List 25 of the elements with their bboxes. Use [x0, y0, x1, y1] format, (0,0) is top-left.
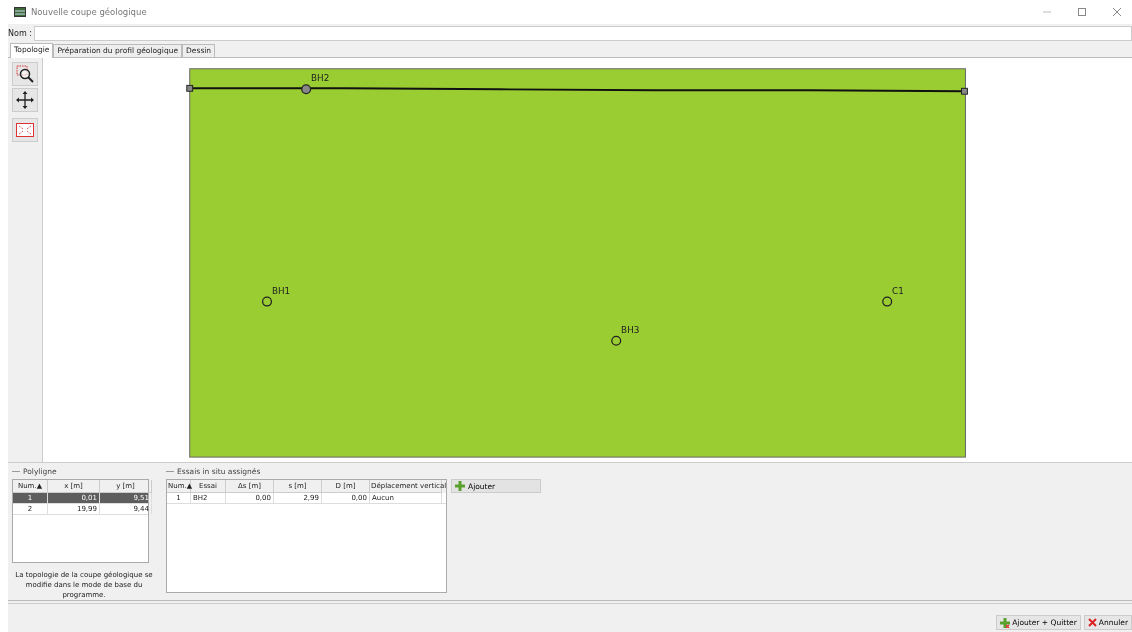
close-icon: [1087, 618, 1097, 627]
borehole-label: C1: [892, 285, 904, 296]
borehole-label: BH1: [271, 285, 291, 296]
borehole-marker[interactable]: [301, 84, 312, 95]
name-field[interactable]: [33, 25, 1132, 41]
name-label: Nom :: [8, 28, 32, 38]
polyline-node[interactable]: [961, 87, 968, 95]
plus-icon: [455, 481, 465, 491]
plus-icon: [1000, 617, 1011, 628]
fit-view-button[interactable]: [12, 118, 38, 142]
borehole-marker[interactable]: [882, 296, 893, 307]
zoom-icon: [16, 65, 34, 83]
maximize-icon[interactable]: [1078, 8, 1086, 16]
pan-button[interactable]: [12, 88, 38, 112]
borehole-marker[interactable]: [611, 335, 622, 346]
close-icon[interactable]: [1113, 8, 1121, 16]
window-title: Nouvelle coupe géologique: [31, 7, 148, 17]
app-icon: [14, 7, 26, 17]
zoom-button[interactable]: [12, 62, 38, 86]
fit-view-icon: [16, 123, 34, 137]
borehole-marker[interactable]: [261, 296, 273, 307]
borehole-label: BH2: [311, 73, 330, 84]
borehole-label: BH3: [621, 324, 640, 335]
move-arrows-icon: [16, 91, 34, 109]
polyline-node[interactable]: [186, 84, 194, 92]
